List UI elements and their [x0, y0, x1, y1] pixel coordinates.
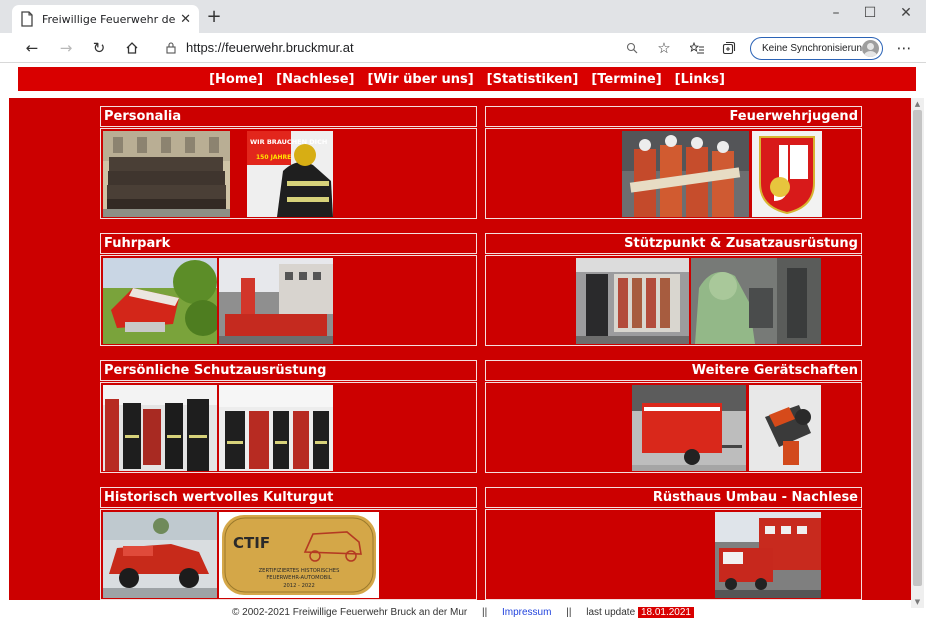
footer-separator: || [482, 607, 488, 618]
panel-title-ruesthaus-umbau[interactable]: Rüsthaus Umbau - Nachlese [485, 487, 862, 508]
tab-title: Freiwillige Feuerwehr der Stadt B [42, 12, 176, 26]
panel-feuerwehrjugend: Feuerwehrjugend [485, 106, 862, 219]
panel-ruesthaus-umbau: Rüsthaus Umbau - Nachlese [485, 487, 862, 600]
photo-station-building[interactable] [715, 512, 821, 598]
panel-stuetzpunkt: Stützpunkt & Zusatzausrüstung [485, 233, 862, 346]
nav-links[interactable]: [Links] [675, 72, 725, 87]
panel-body-stuetzpunkt [485, 255, 862, 346]
site-info-icon[interactable] [161, 38, 181, 58]
home-icon[interactable] [122, 38, 142, 58]
back-icon[interactable]: ← [22, 38, 42, 58]
favorite-icon[interactable]: ☆ [654, 38, 674, 58]
photo-fleet-station[interactable] [219, 258, 333, 344]
last-update-label: last update [586, 607, 636, 618]
footer-separator: || [566, 607, 572, 618]
poster-text-1: WIR BRAUCHEN DICH [250, 138, 327, 146]
browser-tab[interactable]: Freiwillige Feuerwehr der Stadt B ✕ [12, 5, 199, 33]
ctif-years: 2012 - 2022 [283, 583, 315, 589]
more-menu-icon[interactable]: ⋯ [894, 38, 914, 58]
profile-avatar-icon [862, 40, 879, 57]
main-navigation: [Home] [Nachlese] [Wir über uns] [Statis… [18, 67, 916, 91]
photo-thermal-camera[interactable] [749, 385, 821, 471]
poster-text-2: 150 JAHRE [256, 154, 291, 161]
forward-icon[interactable]: → [56, 38, 76, 58]
panel-title-schutzausruestung[interactable]: Persönliche Schutzausrüstung [100, 360, 477, 381]
photo-youth-emblem[interactable] [752, 131, 822, 217]
browser-toolbar: ← → ↻ https://feuerwehr.bruckmur.at ☆ Ke… [0, 33, 926, 63]
last-update-date: 18.01.2021 [637, 607, 694, 618]
panel-fuhrpark: Fuhrpark [100, 233, 477, 346]
content-area: Personalia WIR BRAUCHEN DICH 150 JAHRE F… [9, 98, 911, 600]
photo-truck-crash[interactable] [103, 258, 217, 344]
new-tab-icon[interactable]: + [204, 8, 224, 26]
photo-protective-suit[interactable] [691, 258, 821, 344]
address-bar[interactable]: https://feuerwehr.bruckmur.at [186, 40, 354, 55]
ctif-certificate-plaque[interactable]: CTIF ZERTIFIZIERTES HISTORISCHES FEUERWE… [219, 512, 379, 598]
scrollbar-thumb[interactable] [913, 110, 922, 586]
tab-bar: Freiwillige Feuerwehr der Stadt B ✕ + – … [0, 0, 926, 33]
nav-nachlese[interactable]: [Nachlese] [276, 72, 354, 87]
panel-body-schutzausruestung [100, 382, 477, 473]
ctif-line-2: FEUERWEHR-AUTOMOBIL [266, 575, 331, 581]
panel-body-ruesthaus-umbau [485, 509, 862, 600]
nav-statistiken[interactable]: [Statistiken] [487, 72, 579, 87]
collections-icon[interactable] [719, 38, 739, 58]
photo-gear-lockers-1[interactable] [103, 385, 217, 471]
nav-home[interactable]: [Home] [209, 72, 263, 87]
page-icon [21, 11, 33, 27]
panel-body-personalia: WIR BRAUCHEN DICH 150 JAHRE [100, 128, 477, 219]
panel-body-feuerwehrjugend [485, 128, 862, 219]
ctif-line-1: ZERTIFIZIERTES HISTORISCHES [259, 568, 340, 574]
panel-personalia: Personalia WIR BRAUCHEN DICH 150 JAHRE [100, 106, 477, 219]
reload-icon[interactable]: ↻ [89, 38, 109, 58]
photo-equipment-room[interactable] [576, 258, 689, 344]
vertical-scrollbar[interactable]: ▲ ▼ [911, 98, 924, 608]
panel-kulturgut: Historisch wertvolles Kulturgut CTIF ZER… [100, 487, 477, 600]
minimize-icon[interactable]: – [822, 4, 850, 22]
photo-trailer[interactable] [632, 385, 746, 471]
panel-geraetschaften: Weitere Gerätschaften [485, 360, 862, 473]
page-footer: © 2002-2021 Freiwillige Feuerwehr Bruck … [0, 606, 926, 620]
photo-youth-group[interactable] [622, 131, 749, 217]
panel-body-fuhrpark [100, 255, 477, 346]
scroll-up-icon[interactable]: ▲ [911, 99, 924, 109]
window-close-icon[interactable]: ✕ [892, 4, 920, 22]
photo-historic-vehicle[interactable] [103, 512, 217, 598]
panel-body-geraetschaften [485, 382, 862, 473]
photo-recruitment-poster[interactable]: WIR BRAUCHEN DICH 150 JAHRE [247, 131, 333, 217]
photo-gear-lockers-2[interactable] [219, 385, 333, 471]
panel-title-fuhrpark[interactable]: Fuhrpark [100, 233, 477, 254]
sync-label: Keine Synchronisierung [762, 43, 868, 54]
page-viewport: [Home] [Nachlese] [Wir über uns] [Statis… [0, 64, 926, 620]
panel-title-personalia[interactable]: Personalia [100, 106, 477, 127]
panel-title-feuerwehrjugend[interactable]: Feuerwehrjugend [485, 106, 862, 127]
panel-title-stuetzpunkt[interactable]: Stützpunkt & Zusatzausrüstung [485, 233, 862, 254]
impressum-link[interactable]: Impressum [502, 607, 551, 618]
maximize-icon[interactable]: ☐ [856, 4, 884, 22]
panel-schutzausruestung: Persönliche Schutzausrüstung [100, 360, 477, 473]
favorites-list-icon[interactable] [687, 38, 707, 58]
zoom-icon[interactable] [622, 38, 642, 58]
nav-wir-ueber-uns[interactable]: [Wir über uns] [367, 72, 473, 87]
sync-button[interactable]: Keine Synchronisierung [750, 37, 883, 60]
nav-termine[interactable]: [Termine] [591, 72, 661, 87]
ctif-logo-text: CTIF [233, 534, 270, 552]
panel-title-kulturgut[interactable]: Historisch wertvolles Kulturgut [100, 487, 477, 508]
panel-body-kulturgut: CTIF ZERTIFIZIERTES HISTORISCHES FEUERWE… [100, 509, 477, 600]
photo-group-portrait[interactable] [103, 131, 230, 217]
copyright-text: © 2002-2021 Freiwillige Feuerwehr Bruck … [231, 607, 468, 618]
panel-title-geraetschaften[interactable]: Weitere Gerätschaften [485, 360, 862, 381]
tab-close-icon[interactable]: ✕ [180, 13, 191, 26]
